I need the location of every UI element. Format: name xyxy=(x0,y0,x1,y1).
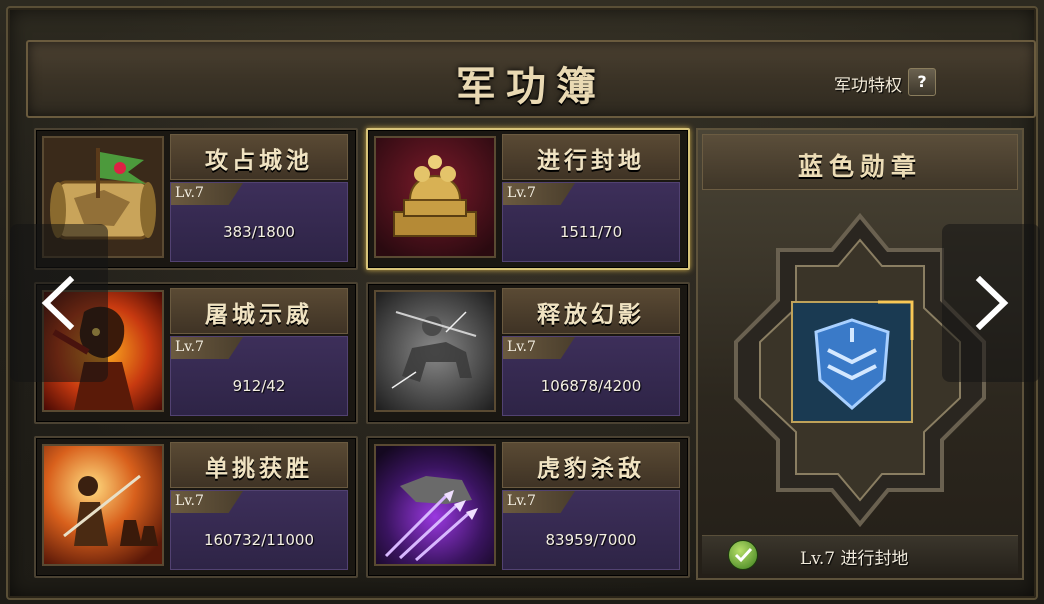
card-stats: Lv.7 83959/7000 xyxy=(502,490,680,570)
purple-spear-cavalry-icon xyxy=(374,444,496,566)
card-title: 进行封地 xyxy=(537,147,645,174)
card-stats: Lv.7 160732/11000 xyxy=(170,490,348,570)
card-title-bar: 释放幻影 xyxy=(502,288,680,334)
header-bar: 军功簿 军功特权 ? xyxy=(26,40,1036,118)
prev-page-button[interactable] xyxy=(10,224,108,382)
card-level: Lv.7 xyxy=(175,493,204,509)
card-stats: Lv.7 912/42 xyxy=(170,336,348,416)
privilege-label[interactable]: 军功特权 xyxy=(834,71,902,96)
card-title: 虎豹杀敌 xyxy=(537,455,645,482)
card-title: 屠城示威 xyxy=(205,301,313,328)
card-level: Lv.7 xyxy=(175,339,204,355)
green-check-icon xyxy=(728,540,758,570)
achievement-card-tiger-leopard[interactable]: 虎豹杀敌 Lv.7 83959/7000 xyxy=(366,436,690,578)
achievement-card-enfeoff[interactable]: 进行封地 Lv.7 1511/70 xyxy=(366,128,690,270)
card-stats: Lv.7 106878/4200 xyxy=(502,336,680,416)
chevron-right-icon xyxy=(975,276,1009,330)
card-level: Lv.7 xyxy=(507,339,536,355)
card-progress: 383/1800 xyxy=(223,223,295,241)
card-title: 释放幻影 xyxy=(537,301,645,328)
card-level: Lv.7 xyxy=(507,493,536,509)
card-title-bar: 屠城示威 xyxy=(170,288,348,334)
card-title-bar: 进行封地 xyxy=(502,134,680,180)
medal-title-bar: 蓝色勋章 xyxy=(702,134,1018,190)
card-title-bar: 攻占城池 xyxy=(170,134,348,180)
achievement-card-phantom[interactable]: 释放幻影 Lv.7 106878/4200 xyxy=(366,282,690,424)
game-window: 军功簿 军功特权 ? 攻占城池 Lv.7 383/1800 进行封地 Lv.7 … xyxy=(0,0,1044,604)
medal-title: 蓝色勋章 xyxy=(797,152,922,181)
card-progress: 83959/7000 xyxy=(545,531,637,549)
card-level: Lv.7 xyxy=(175,185,204,201)
card-progress: 1511/70 xyxy=(559,223,623,241)
privilege-help-button[interactable]: ? xyxy=(908,68,936,96)
card-progress: 106878/4200 xyxy=(540,377,642,395)
chevron-left-icon xyxy=(41,276,75,330)
card-progress: 160732/11000 xyxy=(203,531,315,549)
card-level: Lv.7 xyxy=(507,185,536,201)
achievement-card-duel[interactable]: 单挑获胜 Lv.7 160732/11000 xyxy=(34,436,358,578)
card-title-bar: 虎豹杀敌 xyxy=(502,442,680,488)
card-progress: 912/42 xyxy=(232,377,286,395)
card-stats: Lv.7 1511/70 xyxy=(502,182,680,262)
next-page-button[interactable] xyxy=(942,224,1040,382)
card-title: 攻占城池 xyxy=(205,147,313,174)
card-title-bar: 单挑获胜 xyxy=(170,442,348,488)
card-title: 单挑获胜 xyxy=(205,455,313,482)
card-stats: Lv.7 383/1800 xyxy=(170,182,348,262)
medal-status-bar: Lv.7 进行封地 xyxy=(702,535,1018,574)
golden-seal-icon xyxy=(374,136,496,258)
phantom-cavalry-icon xyxy=(374,290,496,412)
medal-status-text: Lv.7 进行封地 xyxy=(800,549,909,569)
duel-general-icon xyxy=(42,444,164,566)
